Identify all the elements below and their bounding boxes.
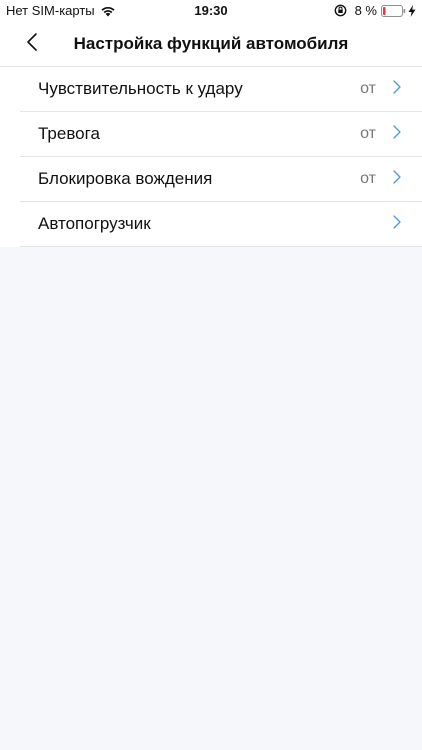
- charging-icon: [408, 4, 416, 17]
- setting-alarm[interactable]: Тревога от: [20, 112, 422, 157]
- chevron-right-icon: [392, 124, 402, 140]
- status-bar-right: 8 %: [334, 3, 416, 18]
- setting-value: от: [360, 125, 376, 142]
- setting-label: Чувствительность к удару: [38, 79, 243, 98]
- setting-forklift[interactable]: Автопогрузчик: [20, 202, 422, 247]
- battery-percent: 8 %: [354, 3, 377, 18]
- chevron-right-icon: [392, 79, 402, 95]
- status-bar: Нет SIM-карты 19:30 8 %: [0, 0, 422, 22]
- screen: Нет SIM-карты 19:30 8 % Настройка функци…: [0, 0, 422, 750]
- setting-label: Блокировка вождения: [38, 169, 213, 188]
- chevron-right-icon: [392, 169, 402, 185]
- setting-label: Автопогрузчик: [38, 214, 151, 233]
- setting-value: от: [360, 170, 376, 187]
- setting-value: от: [360, 80, 376, 97]
- battery-icon: [381, 4, 406, 17]
- navigation-bar: Настройка функций автомобиля: [0, 22, 422, 67]
- chevron-right-icon: [392, 214, 402, 230]
- setting-driving-lock[interactable]: Блокировка вождения от: [20, 157, 422, 202]
- settings-list: Чувствительность к удару от Тревога от Б…: [0, 67, 422, 247]
- lock-rotation-icon: [334, 4, 347, 17]
- setting-impact-sensitivity[interactable]: Чувствительность к удару от: [20, 67, 422, 112]
- page-title: Настройка функций автомобиля: [73, 34, 349, 53]
- setting-label: Тревога: [38, 124, 100, 143]
